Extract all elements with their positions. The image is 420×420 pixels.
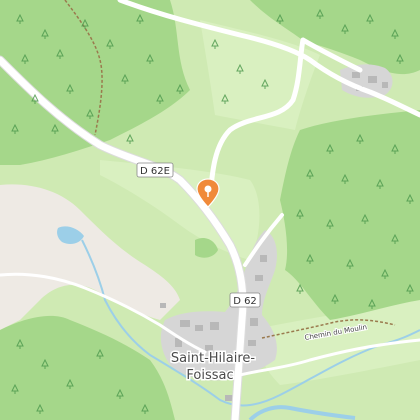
place-label-line2: Foissac [186,368,233,383]
road-label-d62e-text: D 62E [140,166,170,177]
place-label-line1: Saint-Hilaire- [171,351,255,366]
road-label-d62e: D 62E [136,162,174,178]
map-canvas[interactable]: D 62E D 62 Chemin du Moulin Saint-Hilair… [0,0,420,420]
road-label-d62: D 62 [229,292,261,308]
road-label-d62-text: D 62 [233,296,257,307]
map-view[interactable]: D 62E D 62 Chemin du Moulin Saint-Hilair… [0,0,420,420]
